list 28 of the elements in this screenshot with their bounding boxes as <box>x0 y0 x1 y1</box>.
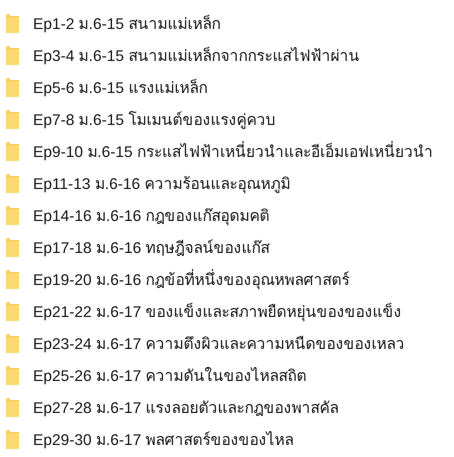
folder-name[interactable]: Ep11-13 ม.6-16 ความร้อนและอุณหภูมิ <box>33 170 290 196</box>
folder-icon[interactable] <box>6 174 19 192</box>
folder-icon[interactable] <box>6 142 19 160</box>
folder-icon[interactable] <box>6 78 19 96</box>
folder-icon[interactable] <box>6 238 19 256</box>
folder-icon[interactable] <box>6 366 19 384</box>
folder-name[interactable]: Ep3-4 ม.6-15 สนามแม่เหล็กจากกระแสไฟฟ้าผ่าน <box>33 42 360 68</box>
folder-icon[interactable] <box>6 430 19 448</box>
folder-icon[interactable] <box>6 14 19 32</box>
folder-name[interactable]: Ep25-26 ม.6-17 ความดันในของไหลสถิต <box>33 362 307 388</box>
folder-name[interactable]: Ep21-22 ม.6-17 ของแข็งและสภาพยืดหยุ่นของของแข็ง <box>33 298 402 324</box>
folder-name[interactable]: Ep7-8 ม.6-15 โมเมนต์ของแรงคู่ควบ <box>33 106 276 132</box>
folder-name[interactable]: Ep5-6 ม.6-15 แรงแม่เหล็ก <box>33 74 208 100</box>
folder-icon[interactable] <box>6 46 19 64</box>
folder-name[interactable]: Ep1-2 ม.6-15 สนามแม่เหล็ก <box>33 10 220 36</box>
folder-name[interactable]: Ep27-28 ม.6-17 แรงลอยตัวและกฎของพาสคัล <box>33 394 339 420</box>
folder-icon[interactable] <box>6 206 19 224</box>
folder-icon[interactable] <box>6 302 19 320</box>
folder-name[interactable]: Ep23-24 ม.6-17 ความตึงผิวและความหนืดของของเหลว <box>33 330 405 356</box>
folder-icon[interactable] <box>6 334 19 352</box>
folder-icon[interactable] <box>6 110 19 128</box>
folder-name[interactable]: Ep9-10 ม.6-15 กระแสไฟฟ้าเหนี่ยวนำและอีเอ็มเอฟเหนี่ยวนำ <box>33 138 433 164</box>
folder-icon[interactable] <box>6 270 19 288</box>
folder-name[interactable]: Ep17-18 ม.6-16 ทฤษฎีจลน์ของแก๊ส <box>33 234 270 260</box>
folder-icon[interactable] <box>6 398 19 416</box>
folder-name[interactable]: Ep29-30 ม.6-17 พลศาสตร์ของของไหล <box>33 426 294 452</box>
folder-name[interactable]: Ep19-20 ม.6-16 กฎข้อที่หนึ่งของอุณหพลศาสตร์ <box>33 266 350 292</box>
folder-name[interactable]: Ep14-16 ม.6-16 กฎของแก๊สอุดมคติ <box>33 202 270 228</box>
